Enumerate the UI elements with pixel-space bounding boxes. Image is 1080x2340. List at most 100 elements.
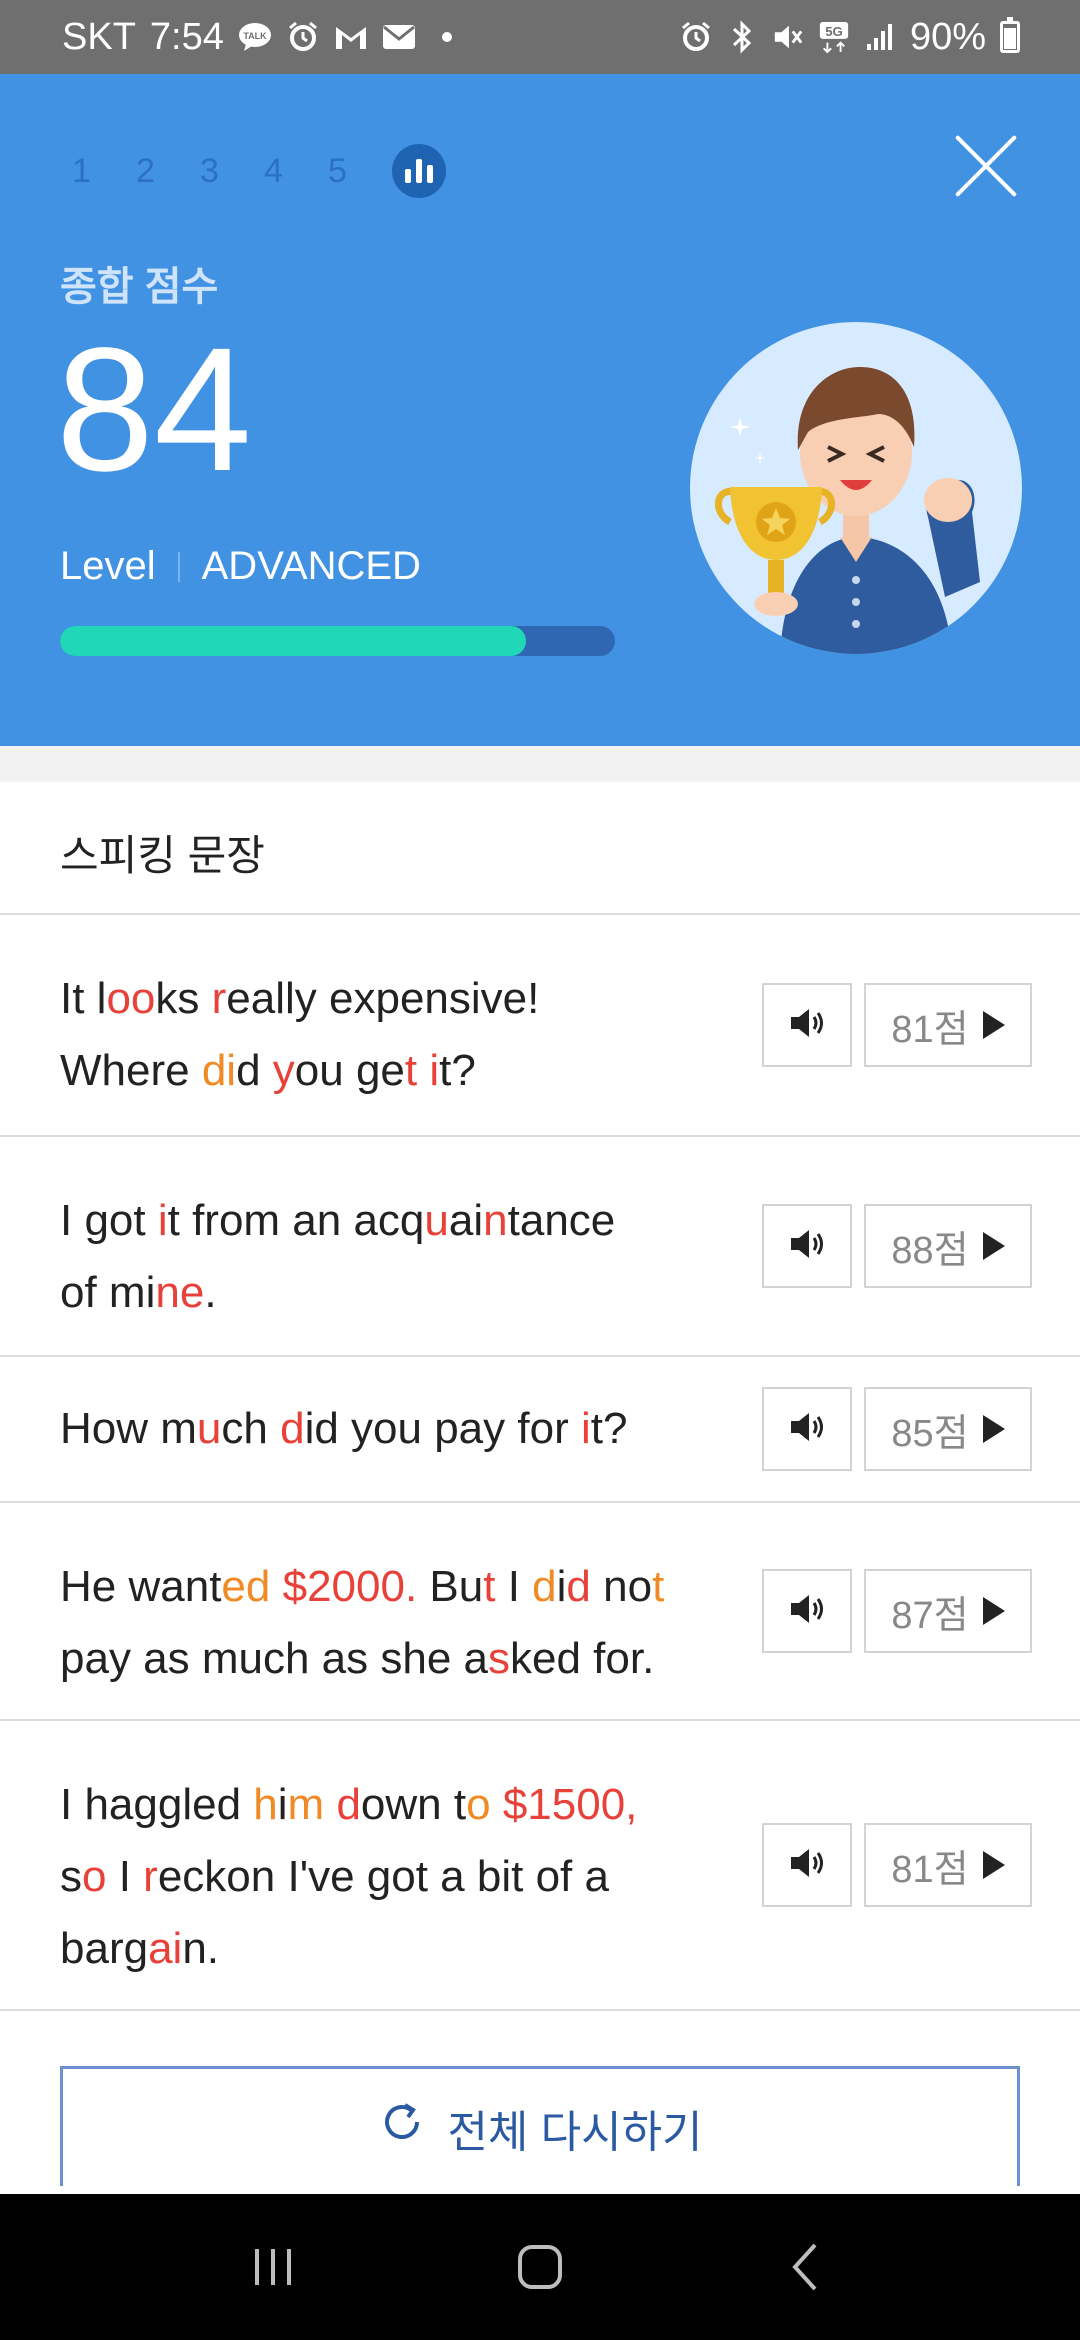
- total-score-label: 종합 점수: [60, 265, 219, 309]
- sentence-line: pay as much as she asked for.: [60, 1623, 740, 1695]
- refresh-icon: [377, 2097, 427, 2158]
- text-segment: eally expensive!: [226, 974, 540, 1023]
- text-segment: of mi: [60, 1268, 156, 1317]
- play-icon: [982, 1415, 1005, 1443]
- section-spacer: [0, 746, 1080, 782]
- text-segment: ch: [221, 1404, 281, 1453]
- level-value: ADVANCED: [201, 544, 421, 588]
- sentence-score-button[interactable]: 81점: [864, 1823, 1032, 1907]
- text-segment: eckon I've got a bit of a: [157, 1852, 609, 1901]
- text-segment: I: [495, 1562, 533, 1611]
- text-segment: t from an acq: [167, 1196, 425, 1245]
- play-sound-button[interactable]: [762, 983, 852, 1067]
- highlighted-segment: $1500,: [502, 1780, 638, 1829]
- play-sound-button[interactable]: [762, 1823, 852, 1907]
- text-segment: I got: [60, 1196, 158, 1245]
- text-segment: ai: [448, 1196, 484, 1245]
- play-icon: [982, 1597, 1005, 1625]
- highlighted-segment: r: [211, 974, 227, 1023]
- status-right: 5G 90%: [680, 16, 1020, 59]
- carrier-label: SKT: [62, 15, 136, 58]
- highlighted-segment: r: [143, 1852, 158, 1901]
- highlighted-segment: t: [652, 1562, 665, 1611]
- sentence-score-button[interactable]: 88점: [864, 1204, 1032, 1288]
- sentence-score-button[interactable]: 81점: [864, 983, 1032, 1067]
- status-left: SKT 7:54 TALK: [62, 16, 464, 59]
- highlighted-segment: t: [483, 1562, 496, 1611]
- bar-chart-icon[interactable]: [392, 144, 446, 198]
- sentence-text: I got it from an acquaintance of mine.: [60, 1185, 740, 1329]
- step-1[interactable]: 1: [72, 152, 136, 191]
- highlighted-segment: oo: [106, 974, 156, 1023]
- text-segment: ks: [155, 974, 212, 1023]
- text-segment: i: [556, 1562, 567, 1611]
- highlighted-segment: i: [429, 1046, 440, 1095]
- time-label: 7:54: [149, 15, 224, 58]
- highlighted-segment: y: [272, 1046, 295, 1095]
- sentence-line: It looks really expensive!: [60, 963, 740, 1035]
- level-divider: [177, 551, 180, 582]
- sentence-row: I got it from an acquaintance of mine. 88점: [0, 1137, 1080, 1357]
- sentence-line: so I reckon I've got a bit of a: [60, 1841, 740, 1913]
- highlighted-segment: $2000.: [282, 1562, 418, 1611]
- play-sound-button[interactable]: [762, 1387, 852, 1471]
- text-segment: [270, 1562, 282, 1611]
- text-segment: I: [106, 1852, 144, 1901]
- sentence-line: Where did you get it?: [60, 1035, 740, 1107]
- step-4[interactable]: 4: [264, 152, 328, 191]
- text-segment: i: [277, 1780, 288, 1829]
- highlighted-segment: d: [532, 1562, 557, 1611]
- sentence-score-button[interactable]: 87점: [864, 1569, 1032, 1653]
- step-5[interactable]: 5: [328, 152, 392, 191]
- recent-apps-icon[interactable]: [233, 2227, 313, 2307]
- text-segment: Where: [60, 1046, 202, 1095]
- home-icon[interactable]: [500, 2227, 580, 2307]
- speaker-icon: [787, 1845, 827, 1886]
- text-segment: Bu: [417, 1562, 484, 1611]
- highlighted-segment: m: [287, 1780, 325, 1829]
- play-sound-button[interactable]: [762, 1569, 852, 1653]
- text-segment: ou ge: [294, 1046, 405, 1095]
- sentence-line: bargain.: [60, 1913, 740, 1985]
- battery-label: 90%: [909, 15, 986, 58]
- alarm-icon: [286, 20, 320, 54]
- alarm-icon: [680, 21, 712, 53]
- highlighted-segment: o: [466, 1780, 491, 1829]
- level-row: Level ADVANCED: [60, 544, 421, 589]
- sentence-line: How much did you pay for it?: [60, 1393, 740, 1465]
- sentence-line: I haggled him down to $1500,: [60, 1769, 740, 1841]
- sentence-text: He wanted $2000. But I did not pay as muc…: [60, 1551, 740, 1695]
- sentence-score-button[interactable]: 85점: [864, 1387, 1032, 1471]
- mail-icon: [382, 20, 416, 54]
- highlighted-segment: o: [82, 1852, 107, 1901]
- play-sound-button[interactable]: [762, 1204, 852, 1288]
- mute-icon: [772, 21, 804, 53]
- highlighted-segment: d: [280, 1404, 305, 1453]
- sentence-row: It looks really expensive! Where did you …: [0, 915, 1080, 1137]
- svg-text:TALK: TALK: [243, 31, 267, 41]
- text-segment: n.: [182, 1924, 220, 1973]
- sentence-line: I got it from an acquaintance: [60, 1185, 740, 1257]
- text-segment: t?: [590, 1404, 628, 1453]
- close-button[interactable]: [954, 134, 1018, 198]
- back-icon[interactable]: [767, 2227, 847, 2307]
- status-bar: SKT 7:54 TALK 5G 90%: [0, 0, 1080, 74]
- talk-icon: TALK: [238, 20, 272, 54]
- text-segment: tance: [507, 1196, 616, 1245]
- sentence-text: How much did you pay for it?: [60, 1393, 740, 1465]
- sentence-score-label: 88점: [891, 1229, 969, 1272]
- text-segment: ked for.: [510, 1634, 655, 1683]
- step-2[interactable]: 2: [136, 152, 200, 191]
- play-icon: [982, 1011, 1005, 1039]
- text-segment: .: [204, 1268, 217, 1317]
- highlighted-segment: i: [580, 1404, 591, 1453]
- text-segment: s: [60, 1852, 82, 1901]
- text-segment: id you pay for: [304, 1404, 581, 1453]
- text-segment: He want: [60, 1562, 222, 1611]
- gmail-icon: [334, 20, 368, 54]
- sentence-text: I haggled him down to $1500, so I reckon …: [60, 1769, 740, 1985]
- retry-all-button[interactable]: 전체 다시하기: [60, 2066, 1020, 2186]
- dot-icon: [430, 20, 464, 54]
- step-3[interactable]: 3: [200, 152, 264, 191]
- sentence-score-label: 87점: [891, 1594, 969, 1637]
